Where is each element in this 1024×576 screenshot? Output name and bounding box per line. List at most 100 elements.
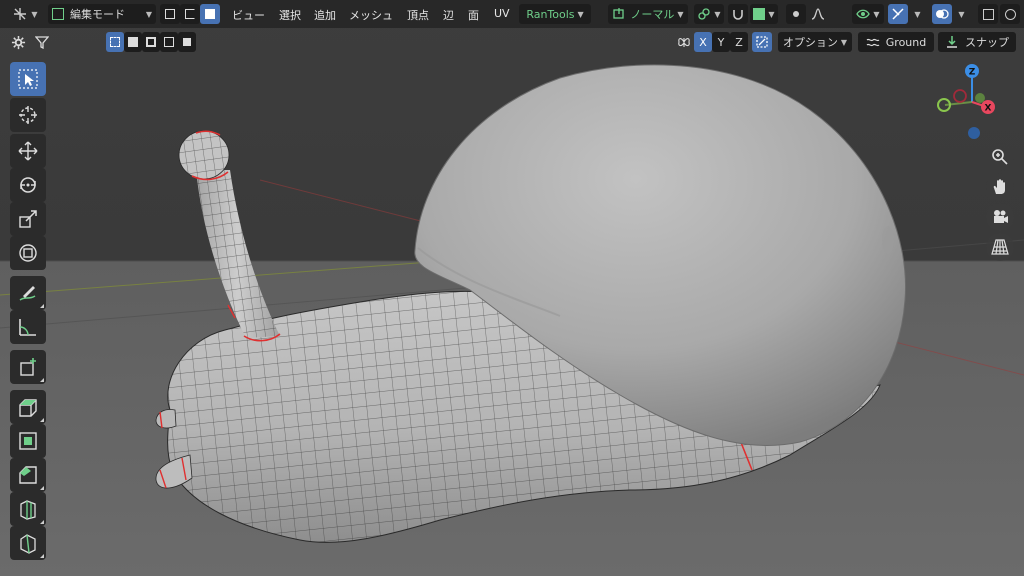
annotate-icon <box>19 286 36 301</box>
perspective-toggle-button[interactable] <box>986 233 1014 261</box>
bevel-icon <box>19 466 37 484</box>
tool-inset[interactable] <box>10 424 46 458</box>
vertex-select-icon <box>165 9 175 19</box>
overlays-dropdown[interactable]: ▼ <box>952 4 968 24</box>
gizmo-neg-x-handle <box>953 89 967 103</box>
camera-view-button[interactable] <box>986 203 1014 231</box>
menu-face[interactable]: 面 <box>468 7 479 23</box>
tool-add-cube[interactable] <box>10 350 46 384</box>
axis-x-label: X <box>699 35 707 49</box>
tool-extrude[interactable] <box>10 390 46 424</box>
gizmo-icon <box>892 8 904 20</box>
face-select-icon <box>205 9 215 19</box>
pivot-dropdown[interactable]: ▼ <box>694 4 724 24</box>
tool-loop-cut[interactable] <box>10 492 46 526</box>
viewport-scene <box>0 64 1024 543</box>
loop-cut-icon <box>20 500 36 520</box>
gizmo-neg-z-handle <box>968 127 980 139</box>
rotate-icon <box>20 177 36 193</box>
zoom-button[interactable] <box>986 143 1014 171</box>
snap-target-dropdown[interactable]: ▼ <box>750 4 778 24</box>
extrude-icon <box>19 399 37 417</box>
select-intersect-button[interactable] <box>178 32 196 52</box>
menu-uv[interactable]: UV <box>494 7 510 20</box>
solid-shading-icon <box>1004 8 1016 20</box>
edge-select-button[interactable] <box>180 4 200 24</box>
tool-knife[interactable] <box>10 526 46 560</box>
transform-orientation-dropdown[interactable]: ノーマル ▼ <box>608 4 688 24</box>
tool-select-box[interactable] <box>10 62 46 96</box>
rantools-menu[interactable]: RanTools ▼ <box>519 4 591 24</box>
magnet-icon <box>733 10 743 20</box>
orientation-icon <box>613 8 625 19</box>
tool-transform[interactable] <box>10 236 46 270</box>
select-subtract-button[interactable] <box>142 32 160 52</box>
tool-settings-button[interactable] <box>8 32 28 52</box>
filter-button[interactable] <box>32 32 52 52</box>
snap-toggle-button[interactable] <box>728 4 748 24</box>
menu-view[interactable]: ビュー <box>232 7 265 23</box>
rantools-label: RanTools <box>526 7 575 21</box>
proportional-edit-icon <box>793 11 799 17</box>
auto-merge-icon <box>756 36 768 48</box>
tool-measure[interactable] <box>10 310 46 344</box>
select-difference-button[interactable] <box>160 32 178 52</box>
measure-icon <box>19 319 36 336</box>
options-label: オプション <box>782 36 838 49</box>
select-extend-icon <box>128 37 138 47</box>
select-difference-icon <box>164 37 174 47</box>
tool-bevel[interactable] <box>10 458 46 492</box>
add-cube-icon <box>20 358 36 376</box>
tool-annotate[interactable] <box>10 276 46 310</box>
gizmo-z-label: Z <box>969 68 976 78</box>
gizmo-toggle-button[interactable] <box>888 4 908 24</box>
face-select-button[interactable] <box>200 4 220 24</box>
menu-vertex[interactable]: 頂点 <box>407 7 429 23</box>
move-icon <box>18 141 38 161</box>
viewport-header: ▼ 編集モード ▼ ビュー 選択 追加 メッシュ 頂点 辺 面 UV RanTo… <box>0 0 1024 28</box>
menu-add[interactable]: 追加 <box>314 7 336 23</box>
menu-select[interactable]: 選択 <box>279 7 301 23</box>
select-new-button[interactable] <box>106 32 124 52</box>
menu-edge[interactable]: 辺 <box>443 7 454 23</box>
falloff-dropdown[interactable] <box>808 4 828 24</box>
3d-viewport[interactable]: ▼ 編集モード ▼ ビュー 選択 追加 メッシュ 頂点 辺 面 UV RanTo… <box>0 0 1024 576</box>
pan-button[interactable] <box>986 173 1014 201</box>
vertex-select-button[interactable] <box>160 4 180 24</box>
gizmo-dropdown[interactable]: ▼ <box>908 4 924 24</box>
gizmo-neg-y-handle <box>975 93 985 103</box>
options-dropdown[interactable]: オプション ▼ <box>778 32 852 52</box>
navigation-gizmo[interactable]: Z X <box>930 60 1010 140</box>
shading-solid-button[interactable] <box>1000 4 1020 24</box>
ground-button[interactable]: Ground <box>858 32 934 52</box>
mirror-button[interactable] <box>674 32 694 52</box>
editor-type-button[interactable]: ▼ <box>6 4 44 24</box>
axis-z-label: Z <box>735 35 743 49</box>
visibility-dropdown[interactable]: ▼ <box>852 4 884 24</box>
select-new-icon <box>110 37 120 47</box>
menu-mesh[interactable]: メッシュ <box>349 7 393 23</box>
tool-move[interactable] <box>10 134 46 168</box>
tool-rotate[interactable] <box>10 168 46 202</box>
mirror-z-button[interactable]: Z <box>730 32 748 52</box>
select-extend-button[interactable] <box>124 32 142 52</box>
zoom-icon <box>992 149 1008 165</box>
scale-icon <box>19 210 37 228</box>
tool-cursor[interactable] <box>10 98 46 132</box>
xray-toggle-button[interactable] <box>978 4 998 24</box>
snap-face-icon <box>753 8 766 20</box>
proportional-edit-button[interactable] <box>786 4 806 24</box>
overlays-toggle-button[interactable] <box>932 4 952 24</box>
tool-header: X Y Z オプション ▼ Ground スナップ <box>0 28 1024 56</box>
editor-type-icon <box>14 8 27 20</box>
snap-button[interactable]: スナップ <box>938 32 1016 52</box>
orientation-label: ノーマル <box>630 8 675 21</box>
mirror-x-button[interactable]: X <box>694 32 712 52</box>
mirror-y-button[interactable]: Y <box>712 32 730 52</box>
auto-merge-button[interactable] <box>752 32 772 52</box>
filter-icon <box>35 36 49 49</box>
select-subtract-icon <box>146 37 156 47</box>
tool-scale[interactable] <box>10 202 46 236</box>
mode-label: 編集モード <box>70 8 125 21</box>
mode-dropdown[interactable]: 編集モード ▼ <box>48 4 156 24</box>
